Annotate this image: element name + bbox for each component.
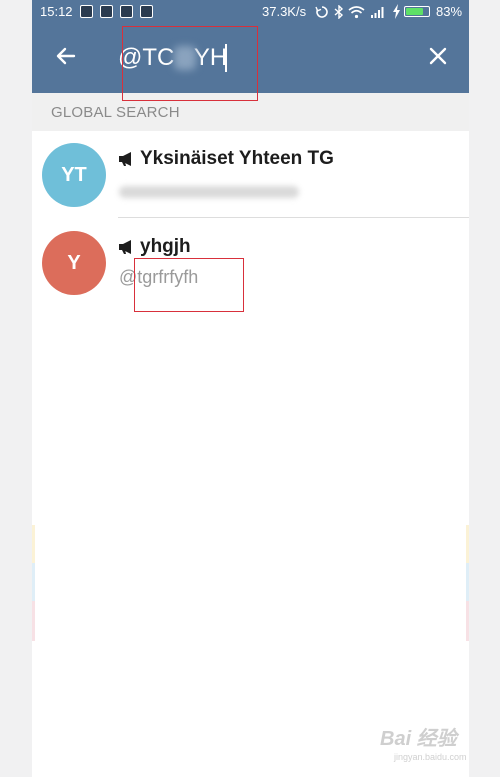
sync-icon bbox=[315, 6, 328, 18]
redacted-username bbox=[119, 186, 299, 198]
avatar: Y bbox=[42, 231, 106, 295]
search-result-item[interactable]: Y yhgjh @tgrfrfyfh bbox=[32, 219, 469, 307]
edge-tint bbox=[32, 525, 35, 563]
search-result-item[interactable]: YT Yksinäiset Yhteen TG bbox=[32, 131, 469, 219]
signal-icon bbox=[371, 7, 384, 18]
phone-screen: 15:12 37.3K/s 83% @TC YH GLOBAL SEARCH Y… bbox=[32, 0, 469, 777]
notification-icon bbox=[120, 5, 133, 18]
status-bar: 15:12 37.3K/s 83% bbox=[32, 0, 469, 24]
search-redaction bbox=[174, 46, 196, 70]
result-username: @tgrfrfyfh bbox=[119, 267, 199, 287]
megaphone-icon bbox=[119, 152, 131, 166]
edge-tint bbox=[32, 563, 35, 601]
avatar: YT bbox=[42, 143, 106, 207]
edge-tint bbox=[466, 601, 469, 641]
divider bbox=[118, 217, 469, 218]
section-header-label: GLOBAL SEARCH bbox=[51, 104, 180, 121]
notification-icon bbox=[80, 5, 93, 18]
charging-icon bbox=[393, 4, 400, 19]
search-field[interactable] bbox=[118, 40, 378, 76]
network-speed: 37.3K/s bbox=[262, 4, 307, 19]
edge-tint bbox=[466, 563, 469, 601]
status-time: 15:12 bbox=[40, 4, 73, 19]
battery-percent: 83% bbox=[436, 4, 463, 19]
edge-tint bbox=[466, 525, 469, 563]
result-username bbox=[119, 182, 299, 203]
battery-level bbox=[406, 8, 424, 15]
edge-tint bbox=[32, 601, 35, 641]
avatar-initials: Y bbox=[67, 251, 81, 274]
arrow-left-icon[interactable] bbox=[54, 44, 78, 68]
watermark-url: jingyan.baidu.com bbox=[394, 752, 467, 762]
text-cursor bbox=[225, 44, 227, 72]
result-name-row: Yksinäiset Yhteen TG bbox=[118, 148, 334, 170]
watermark: Bai 经验 bbox=[380, 728, 457, 750]
battery-icon bbox=[404, 6, 430, 17]
megaphone-icon bbox=[119, 240, 131, 254]
search-app-bar bbox=[32, 24, 469, 93]
result-name: yhgjh bbox=[140, 236, 191, 257]
section-header: GLOBAL SEARCH bbox=[32, 93, 469, 131]
result-name-row: yhgjh bbox=[118, 236, 191, 258]
avatar-initials: YT bbox=[61, 163, 87, 186]
close-icon[interactable] bbox=[428, 46, 448, 66]
result-name: Yksinäiset Yhteen TG bbox=[140, 148, 334, 169]
notification-icon bbox=[140, 5, 153, 18]
notification-icon bbox=[100, 5, 113, 18]
bluetooth-icon bbox=[334, 5, 344, 19]
wifi-icon bbox=[348, 6, 365, 19]
